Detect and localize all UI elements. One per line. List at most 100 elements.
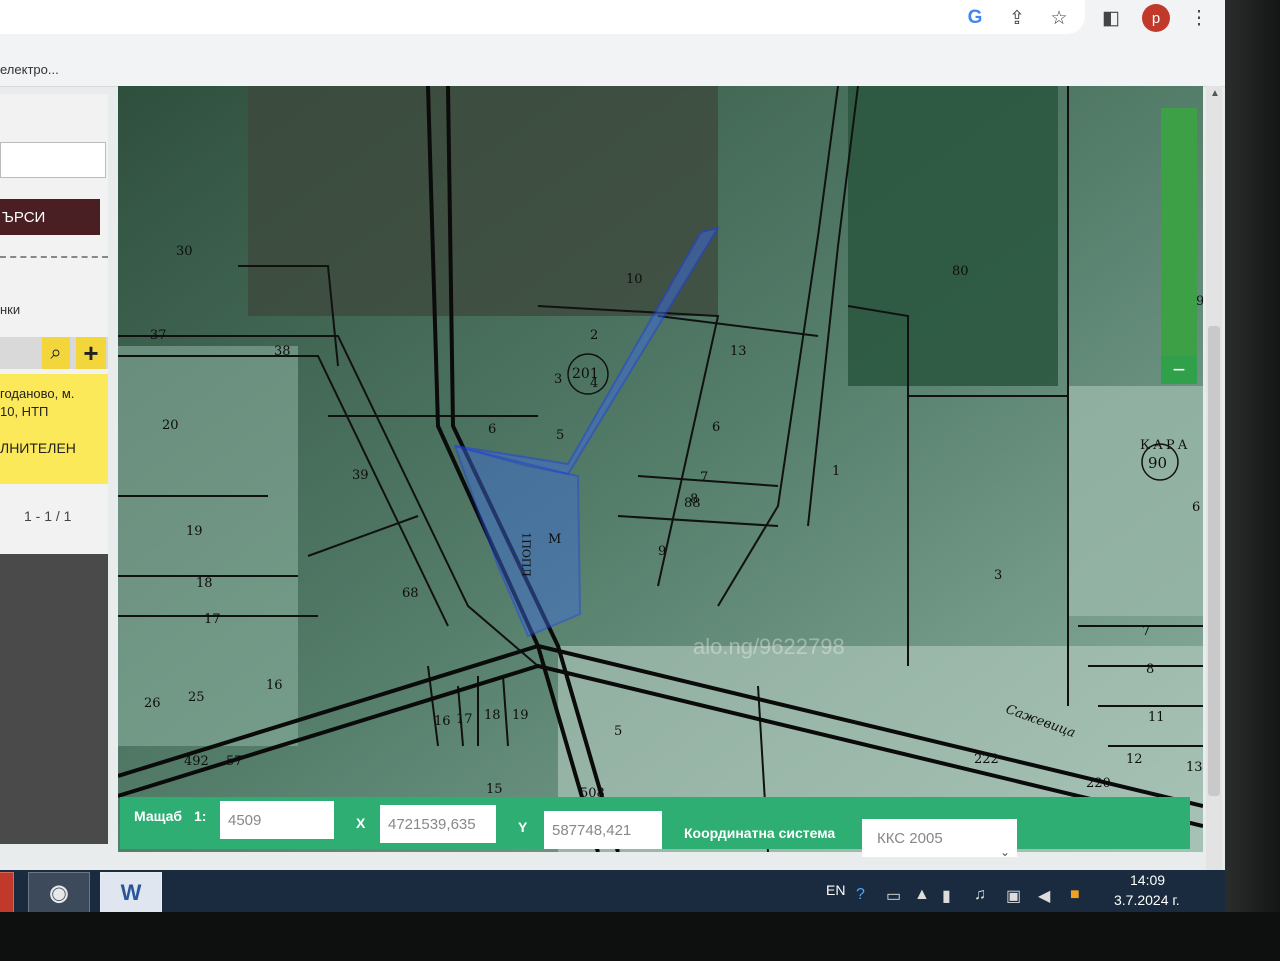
result-line: 10, НТП: [0, 404, 49, 419]
coordinate-system-select[interactable]: ККС 2005: [862, 819, 1017, 857]
parcel-number: 9: [1196, 294, 1203, 309]
parcel-number: 222: [974, 752, 999, 767]
parcel-number: 18: [196, 576, 213, 591]
parcel-number: 12: [1126, 752, 1143, 767]
search-field[interactable]: [0, 142, 106, 178]
parcel-number: 7: [1142, 624, 1151, 639]
parcel-number: 26: [144, 696, 161, 711]
scale-label: Мащаб: [134, 808, 183, 824]
app-tray-icon[interactable]: ■: [1070, 886, 1080, 904]
add-icon[interactable]: +: [76, 337, 106, 369]
pager: 1 - 1 / 1: [24, 508, 72, 524]
parcel-number: 25: [188, 690, 205, 705]
help-icon[interactable]: ?: [856, 886, 865, 904]
parcel-number: 1: [832, 464, 841, 479]
x-label: X: [356, 815, 366, 831]
parcel-number: 2: [590, 328, 599, 343]
tools-row: ⌕ +: [0, 337, 108, 369]
road-label: 1ПОПЛ: [519, 532, 533, 577]
parcel-number: 19: [512, 708, 529, 723]
parcel-number: 17: [204, 612, 221, 627]
media-icon[interactable]: ♫: [974, 886, 986, 904]
parcel-number: 39: [352, 468, 369, 483]
display-icon[interactable]: ▭: [886, 886, 901, 906]
app-icon[interactable]: [0, 872, 14, 912]
parcel-number: 68: [402, 586, 419, 601]
parcel-number: 3: [554, 372, 563, 387]
scroll-thumb[interactable]: [1208, 326, 1220, 796]
parcel-number: 220: [1086, 776, 1111, 791]
parcel-number: 10: [626, 272, 643, 287]
menu-icon[interactable]: ⋮: [1186, 5, 1212, 31]
profile-avatar[interactable]: р: [1142, 4, 1170, 32]
browser-toolbar: G ⇪ ☆ ◧ р ⋮: [0, 0, 1225, 38]
parcel-number: 16: [434, 714, 451, 729]
taskbar: ◉ W EN ? ▭ ▲ ▮ ♫ ▣ ◀ ■ 14:09 3.7.2024 г.: [0, 870, 1225, 912]
result-item[interactable]: годаново, м. 10, НТП ЛНИТЕЛЕН: [0, 374, 108, 484]
parcel-label: М: [548, 532, 562, 547]
scale-input[interactable]: 4509: [220, 801, 334, 839]
bookmarks-bar: електро...: [0, 38, 1225, 87]
parcel-number: 80: [952, 264, 969, 279]
search-button[interactable]: ЪРСИ: [0, 199, 100, 235]
coordinate-system-label: Координатна система: [684, 825, 836, 841]
signal-icon[interactable]: ▮: [942, 886, 951, 906]
share-icon[interactable]: ⇪: [1004, 5, 1030, 31]
parcel-number: 492: [184, 754, 209, 769]
clock-date[interactable]: 3.7.2024 г.: [1114, 892, 1180, 908]
clock-time[interactable]: 14:09: [1130, 872, 1165, 888]
divider: [0, 256, 108, 258]
parcel-number: 19: [186, 524, 203, 539]
coordinate-bar: Мащаб 1: 4509 X 4721539,635 Y 587748,421…: [120, 797, 1190, 859]
parcel-number: 5: [614, 724, 623, 739]
chevron-down-icon[interactable]: ⌄: [1000, 845, 1010, 859]
block-number: 201: [572, 366, 599, 382]
section-label: нки: [0, 302, 21, 317]
parcel-number: 30: [176, 244, 193, 259]
word-icon[interactable]: W: [100, 872, 162, 912]
zoom-out-button[interactable]: −: [1161, 356, 1197, 384]
parcel-number: 15: [486, 782, 503, 797]
y-label: Y: [518, 819, 528, 835]
address-bar[interactable]: [0, 0, 1085, 34]
panel-footer: [0, 554, 108, 844]
scale-prefix: 1:: [194, 808, 207, 824]
sidepanel-icon[interactable]: ◧: [1098, 5, 1124, 31]
result-line: годаново, м.: [0, 386, 75, 401]
parcel-number: 13: [730, 344, 747, 359]
parcel-number: 38: [274, 344, 291, 359]
parcel-number: 17: [456, 712, 473, 727]
parcel-number: 6: [1192, 500, 1201, 515]
language-indicator[interactable]: EN: [826, 882, 845, 898]
zoom-slider[interactable]: [1161, 108, 1197, 384]
search-panel: ЪРСИ нки ⌕ + годаново, м. 10, НТП ЛНИТЕЛ…: [0, 94, 108, 844]
block-number: 90: [1148, 454, 1168, 472]
map-canvas[interactable]: [118, 86, 1203, 852]
search-icon[interactable]: ⌕: [42, 337, 70, 369]
vertical-scrollbar[interactable]: ▲ ▼: [1206, 86, 1222, 906]
volume-icon[interactable]: ◀: [1038, 886, 1050, 906]
parcel-number: 9: [658, 544, 667, 559]
star-icon[interactable]: ☆: [1046, 5, 1072, 31]
cadastral-map[interactable]: 30 37 38 20 39 19 18 17 68 16 26 25 492 …: [118, 86, 1203, 852]
result-line: ЛНИТЕЛЕН: [0, 440, 76, 456]
bookmark-item[interactable]: електро...: [0, 62, 59, 77]
place-name: КАРА: [1140, 438, 1191, 453]
show-hidden-icon[interactable]: ▲: [914, 886, 930, 904]
village-area: [248, 86, 718, 316]
monitor-bezel: [1225, 0, 1280, 961]
google-earth-icon[interactable]: ◉: [28, 872, 90, 912]
y-coordinate-input[interactable]: 587748,421: [544, 811, 662, 849]
scroll-up-icon[interactable]: ▲: [1210, 88, 1220, 99]
parcel-number: 3: [994, 568, 1003, 583]
parcel-number: 18: [484, 708, 501, 723]
parcel-number: 88: [684, 496, 701, 511]
device-icon[interactable]: ▣: [1006, 886, 1021, 906]
google-icon[interactable]: G: [962, 5, 988, 31]
parcel-number: 16: [266, 678, 283, 693]
parcel-number: 6: [712, 420, 721, 435]
parcel-number: 8: [1146, 662, 1155, 677]
x-coordinate-input[interactable]: 4721539,635: [380, 805, 496, 843]
parcel-number: 7: [700, 470, 709, 485]
monitor-bezel-bottom: [0, 912, 1280, 961]
